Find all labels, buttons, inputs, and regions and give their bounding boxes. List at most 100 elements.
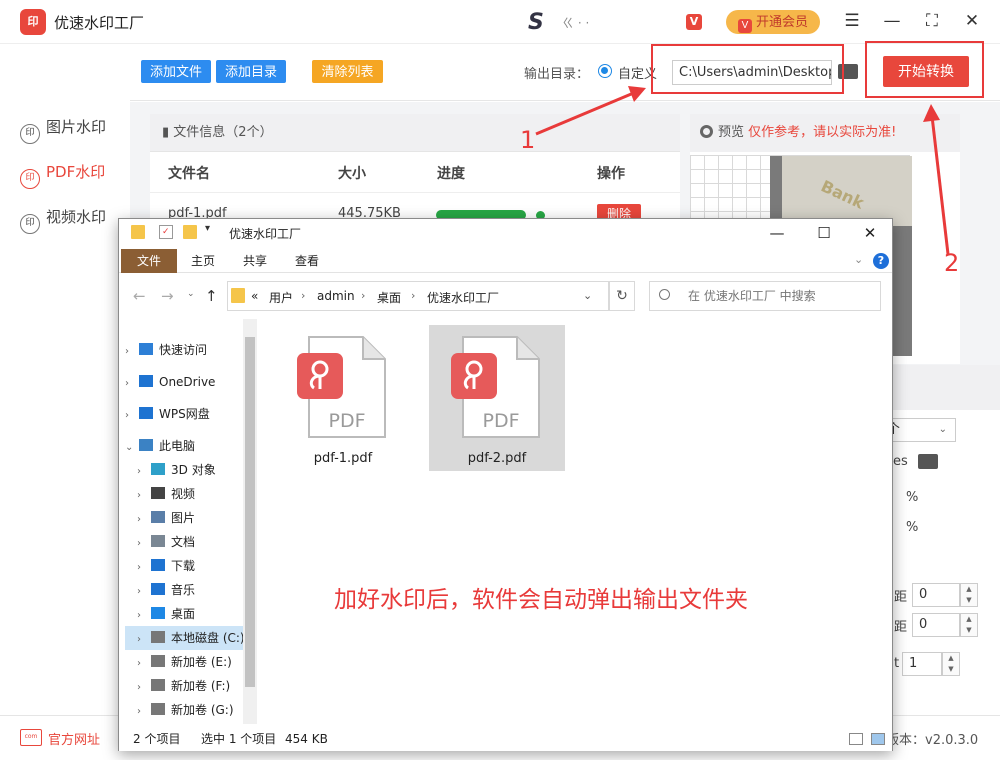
sidebar-item-pdf-watermark[interactable]: 印 PDF水印 xyxy=(20,160,128,189)
chevron-right-icon[interactable]: › xyxy=(137,484,151,508)
breadcrumb-sep-icon[interactable]: › xyxy=(361,289,365,302)
details-view-icon[interactable] xyxy=(849,733,863,745)
settings-path-fragment: es xyxy=(893,454,908,469)
recent-dropdown-icon[interactable]: ⌄ xyxy=(187,289,195,299)
chevron-right-icon[interactable]: › xyxy=(137,556,151,580)
sidebar-item-video-watermark[interactable]: 印视频水印 xyxy=(20,205,128,234)
settings-value-b[interactable]: 0 xyxy=(912,613,960,637)
sidebar xyxy=(0,45,130,715)
address-dropdown-icon[interactable]: ⌄ xyxy=(583,289,592,302)
properties-icon[interactable]: ✓ xyxy=(159,225,173,239)
chevron-right-icon[interactable]: › xyxy=(125,404,139,428)
breadcrumb-current[interactable]: 优速水印工厂 xyxy=(427,289,499,306)
tab-share[interactable]: 共享 xyxy=(233,249,277,273)
chevron-right-icon[interactable]: › xyxy=(137,532,151,556)
nav-item[interactable]: ⌄ 此电脑 xyxy=(125,434,249,458)
chevron-down-icon[interactable]: ⌄ xyxy=(125,436,139,460)
forward-icon[interactable]: → xyxy=(161,287,174,305)
vip-badge-icon: V xyxy=(737,19,752,33)
up-icon[interactable]: ↑ xyxy=(205,287,218,305)
chevron-right-icon[interactable]: › xyxy=(137,508,151,532)
nav-item[interactable]: › WPS网盘 xyxy=(125,402,249,426)
nav-item[interactable]: › 桌面 xyxy=(125,602,249,626)
add-file-button[interactable]: 添加文件 xyxy=(141,60,211,83)
nav-item[interactable]: › 视频 xyxy=(125,482,249,506)
drive-icon xyxy=(151,679,165,691)
chevron-right-icon[interactable]: › xyxy=(137,700,151,724)
open-vip-button[interactable]: V 开通会员 xyxy=(726,10,820,34)
clear-list-button[interactable]: 清除列表 xyxy=(312,60,383,83)
col-header-size: 大小 xyxy=(338,166,366,182)
close-icon[interactable]: ✕ xyxy=(960,10,984,32)
selected-size: 454 KB xyxy=(285,732,328,746)
vip-icon[interactable]: V xyxy=(686,14,702,30)
nav-item[interactable]: › 音乐 xyxy=(125,578,249,602)
breadcrumb-admin[interactable]: admin xyxy=(317,289,355,303)
nav-item[interactable]: › 新加卷 (F:) xyxy=(125,674,249,698)
nav-item[interactable]: › 3D 对象 xyxy=(125,458,249,482)
tab-view[interactable]: 查看 xyxy=(285,249,329,273)
nav-item[interactable]: › 下载 xyxy=(125,554,249,578)
settings-value-c[interactable]: 1 xyxy=(902,652,942,676)
custom-output-radio[interactable] xyxy=(598,64,612,78)
chevron-right-icon[interactable]: › xyxy=(137,652,151,676)
pdf-badge-text: PDF xyxy=(328,410,365,432)
search-input[interactable] xyxy=(649,281,881,311)
nav-item[interactable]: › 本地磁盘 (C:) xyxy=(125,626,249,650)
user-name[interactable]: ㄍ · · xyxy=(562,14,589,31)
spinner-c[interactable]: ▲ ▼ xyxy=(942,652,960,676)
arrow-1-line xyxy=(535,90,637,136)
file-name-label: pdf-1.pdf xyxy=(313,451,373,466)
website-icon[interactable]: com xyxy=(20,729,42,746)
chevron-right-icon[interactable]: › xyxy=(137,676,151,700)
settings-value-a[interactable]: 0 xyxy=(912,583,960,607)
drive-icon xyxy=(151,703,165,715)
nav-item[interactable]: › 新加卷 (G:) xyxy=(125,698,249,722)
chevron-right-icon[interactable]: › xyxy=(137,604,151,628)
add-directory-button[interactable]: 添加目录 xyxy=(216,60,286,83)
quick-access-dropdown-icon[interactable]: ▾ xyxy=(205,223,210,234)
nav-item[interactable]: › 图片 xyxy=(125,506,249,530)
settings-folder-icon[interactable] xyxy=(918,454,938,469)
picture-icon xyxy=(151,511,165,523)
nav-item-label: 新加卷 (E:) xyxy=(171,655,232,669)
chevron-right-icon[interactable]: › xyxy=(137,628,151,652)
back-icon[interactable]: ← xyxy=(133,287,146,305)
chevron-right-icon[interactable]: › xyxy=(125,372,139,396)
refresh-icon[interactable]: ↻ xyxy=(609,281,635,311)
breadcrumb-sep-icon[interactable]: › xyxy=(411,289,415,302)
sidebar-item-image-watermark[interactable]: 印图片水印 xyxy=(20,115,128,144)
nav-item[interactable]: › 快速访问 xyxy=(125,338,249,362)
breadcrumb-users[interactable]: 用户 xyxy=(269,289,293,306)
breadcrumb-overflow[interactable]: « xyxy=(251,289,258,303)
menu-icon[interactable]: ☰ xyxy=(840,10,864,32)
nav-item[interactable]: › OneDrive xyxy=(125,370,249,394)
nav-item[interactable]: › 文档 xyxy=(125,530,249,554)
chevron-right-icon[interactable]: › xyxy=(125,340,139,364)
tab-file[interactable]: 文件 xyxy=(121,249,177,273)
breadcrumb-desktop[interactable]: 桌面 xyxy=(377,289,401,306)
breadcrumb-sep-icon[interactable]: › xyxy=(301,289,305,302)
pdf-badge-text: PDF xyxy=(482,410,519,432)
settings-percent-2: % xyxy=(906,520,919,535)
tab-home[interactable]: 主页 xyxy=(181,249,225,273)
file-item-pdf-1[interactable]: PDF pdf-1.pdf xyxy=(275,325,411,471)
chevron-right-icon[interactable]: › xyxy=(137,580,151,604)
nav-item-label: OneDrive xyxy=(159,375,216,389)
file-item-pdf-2[interactable]: PDF pdf-2.pdf xyxy=(429,325,565,471)
nav-scrollbar-thumb[interactable] xyxy=(245,337,255,687)
user-avatar-icon[interactable]: S xyxy=(528,10,544,35)
large-icons-view-icon[interactable] xyxy=(871,733,885,745)
spinner-a[interactable]: ▲ ▼ xyxy=(960,583,978,607)
spinner-b[interactable]: ▲ ▼ xyxy=(960,613,978,637)
nav-item[interactable]: › 新加卷 (E:) xyxy=(125,650,249,674)
col-header-progress: 进度 xyxy=(437,166,465,182)
cloud-icon xyxy=(139,407,153,419)
minimize-icon[interactable]: — xyxy=(880,10,904,32)
selected-count: 选中 1 个项目 xyxy=(201,732,277,746)
website-link[interactable]: 官方网址 xyxy=(48,729,100,748)
maximize-icon[interactable]: ⛶ xyxy=(920,10,944,32)
chevron-right-icon[interactable]: › xyxy=(137,460,151,484)
nav-item-label: 图片 xyxy=(171,511,196,525)
new-folder-icon[interactable] xyxy=(183,225,197,239)
